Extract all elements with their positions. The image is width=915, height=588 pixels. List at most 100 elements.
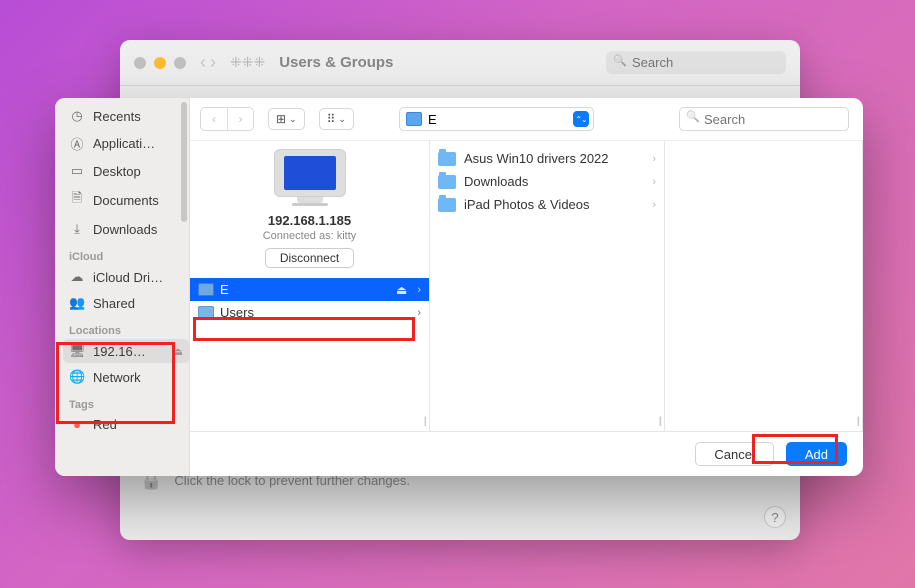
forward-button[interactable]: ›	[227, 108, 253, 130]
column-browser: 192.168.1.185 Connected as: kitty Discon…	[190, 141, 863, 431]
columns-icon: ⊞	[276, 112, 286, 126]
sidebar-item-shared[interactable]: 👥 Shared	[63, 291, 189, 315]
file-picker-sheet: ◷ Recents Ⓐ Applicati… ▭ Desktop 🗎 Documents…	[55, 98, 863, 476]
sidebar-item-tag-red[interactable]: ● Red	[63, 413, 189, 436]
group-button[interactable]: ⠿⌄	[319, 108, 354, 130]
view-mode-button[interactable]: ⊞⌄	[268, 108, 305, 130]
shared-icon: 👥	[69, 295, 85, 311]
sidebar-item-label: Desktop	[93, 164, 141, 179]
drive-icon	[198, 306, 214, 319]
apps-icon: Ⓐ	[69, 134, 85, 153]
sidebar-item-label: Red	[93, 417, 117, 432]
desktop-icon: ▭	[69, 163, 85, 179]
sidebar-header-tags: Tags	[63, 391, 189, 413]
sidebar-item-label: Downloads	[93, 222, 157, 237]
sidebar-item-server[interactable]: 🖥 192.16… ⏏	[63, 339, 189, 363]
sidebar-item-label: Recents	[93, 109, 141, 124]
column-3: ||	[665, 141, 863, 431]
document-icon: 🗎	[69, 189, 85, 211]
sidebar-item-recents[interactable]: ◷ Recents	[63, 104, 189, 128]
chevron-right-icon: ›	[417, 307, 421, 319]
folder-icon	[438, 152, 456, 166]
sidebar-item-network[interactable]: 🌐 Network	[63, 365, 189, 389]
sheet-search-input[interactable]	[679, 107, 849, 131]
parent-search-input[interactable]	[606, 51, 786, 74]
disconnect-button[interactable]: Disconnect	[265, 248, 354, 268]
eject-icon[interactable]: ⏏	[173, 345, 183, 358]
sidebar-item-desktop[interactable]: ▭ Desktop	[63, 159, 189, 183]
column-resize-handle[interactable]: ||	[659, 416, 660, 427]
chevron-right-icon: ›	[652, 176, 656, 188]
grid-icon: ⠿	[327, 112, 336, 126]
sidebar-item-label: iCloud Dri…	[93, 270, 163, 285]
close-icon[interactable]	[134, 57, 146, 69]
server-card: 192.168.1.185 Connected as: kitty Discon…	[190, 141, 429, 278]
folder-label: iPad Photos & Videos	[464, 197, 590, 212]
sidebar-item-label: 192.16…	[93, 344, 146, 359]
column-2: Asus Win10 drivers 2022 › Downloads › iPad…	[430, 141, 665, 431]
volume-label: E	[220, 282, 229, 297]
sidebar-item-label: Shared	[93, 296, 135, 311]
tag-dot-icon: ●	[69, 417, 85, 432]
sidebar-header-locations: Locations	[63, 317, 189, 339]
volume-row-e[interactable]: E ⏏ ›	[190, 278, 429, 301]
folder-row[interactable]: Asus Win10 drivers 2022 ›	[430, 147, 664, 170]
server-connected-as: Connected as: kitty	[263, 230, 357, 242]
drive-icon	[198, 283, 214, 296]
sidebar-header-icloud: iCloud	[63, 243, 189, 265]
server-icon	[274, 149, 346, 207]
drive-icon	[406, 112, 422, 126]
folder-label: Downloads	[464, 174, 528, 189]
folder-row[interactable]: iPad Photos & Videos ›	[430, 193, 664, 216]
help-button[interactable]: ?	[764, 506, 786, 528]
grid-icon[interactable]: ⁜⁜⁜	[230, 54, 265, 71]
folder-icon	[438, 198, 456, 212]
path-dropdown-icon[interactable]	[573, 111, 589, 127]
sidebar-item-label: Documents	[93, 193, 159, 208]
sidebar-item-downloads[interactable]: ⤓ Downloads	[63, 217, 189, 241]
eject-icon[interactable]: ⏏	[396, 283, 407, 297]
sheet-toolbar: ‹ › ⊞⌄ ⠿⌄ E	[190, 98, 863, 141]
server-name: 192.168.1.185	[268, 213, 351, 228]
traffic-lights[interactable]	[134, 57, 186, 69]
sidebar-item-label: Applicati…	[93, 136, 155, 151]
sidebar-item-icloud-drive[interactable]: ☁ iCloud Dri…	[63, 265, 189, 289]
back-icon[interactable]: ‹	[200, 52, 206, 73]
chevron-right-icon: ›	[652, 199, 656, 211]
folder-row[interactable]: Downloads ›	[430, 170, 664, 193]
chevron-down-icon: ⌄	[289, 114, 297, 125]
path-control[interactable]: E	[399, 107, 594, 131]
chevron-right-icon: ›	[417, 284, 421, 296]
forward-icon[interactable]: ›	[210, 52, 216, 73]
sheet-footer: Cancel Add	[190, 431, 863, 476]
add-button[interactable]: Add	[786, 442, 847, 466]
clock-icon: ◷	[69, 108, 85, 124]
parent-title: Users & Groups	[279, 54, 606, 71]
cloud-icon: ☁	[69, 269, 85, 285]
column-resize-handle[interactable]: ||	[424, 416, 425, 427]
sidebar-item-applications[interactable]: Ⓐ Applicati…	[63, 130, 189, 157]
folder-label: Asus Win10 drivers 2022	[464, 151, 609, 166]
column-resize-handle[interactable]: ||	[857, 416, 858, 427]
folder-icon	[438, 175, 456, 189]
path-label: E	[428, 112, 567, 127]
globe-icon: 🌐	[69, 369, 85, 385]
computer-icon: 🖥	[69, 343, 85, 359]
chevron-down-icon: ⌄	[338, 114, 346, 125]
sidebar: ◷ Recents Ⓐ Applicati… ▭ Desktop 🗎 Documents…	[55, 98, 190, 476]
cancel-button[interactable]: Cancel	[695, 442, 773, 466]
sidebar-item-label: Network	[93, 370, 141, 385]
chevron-right-icon: ›	[652, 153, 656, 165]
scrollbar[interactable]	[181, 102, 187, 222]
back-button[interactable]: ‹	[201, 108, 227, 130]
nav-arrows[interactable]: ‹ ›	[200, 52, 216, 73]
volume-label: Users	[220, 305, 254, 320]
volume-row-users[interactable]: Users ›	[190, 301, 429, 324]
content-area: ‹ › ⊞⌄ ⠿⌄ E 192.168	[190, 98, 863, 476]
download-icon: ⤓	[69, 221, 85, 237]
sidebar-item-documents[interactable]: 🗎 Documents	[63, 185, 189, 215]
zoom-icon[interactable]	[174, 57, 186, 69]
minimize-icon[interactable]	[154, 57, 166, 69]
column-1: 192.168.1.185 Connected as: kitty Discon…	[190, 141, 430, 431]
nav-buttons[interactable]: ‹ ›	[200, 107, 254, 131]
